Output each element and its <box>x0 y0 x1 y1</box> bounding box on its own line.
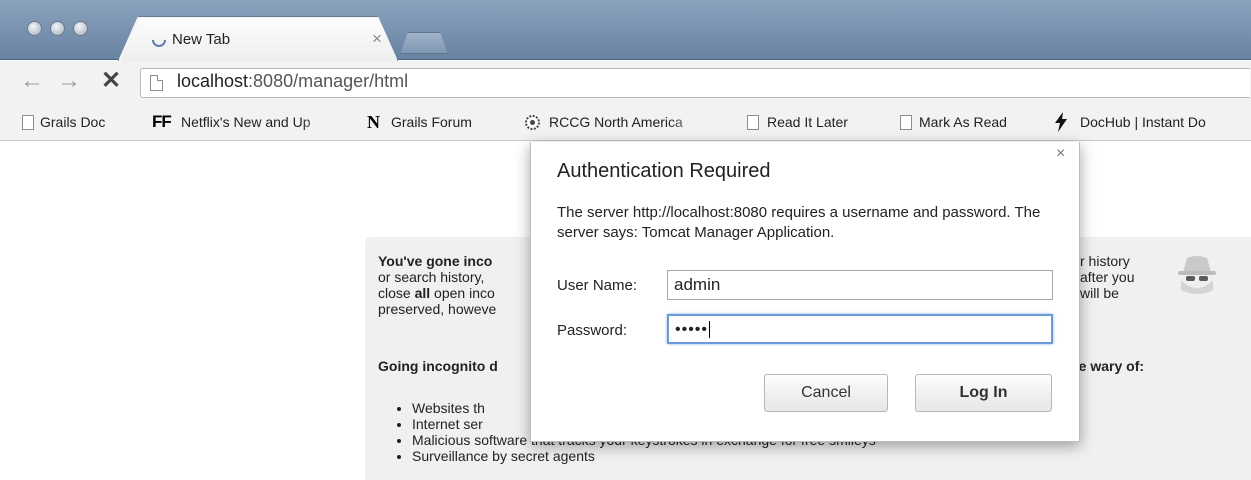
tab-close-icon[interactable]: × <box>372 29 382 49</box>
username-field[interactable] <box>667 270 1053 300</box>
bookmark-dochub[interactable]: DocHub | Instant Do <box>1080 114 1251 132</box>
minimize-window-button[interactable] <box>50 21 65 36</box>
ff-logo-icon: FF <box>152 112 172 131</box>
bookmark-mark-as-read[interactable]: Mark As Read <box>919 114 1029 132</box>
page-icon <box>22 115 34 130</box>
password-field[interactable]: ••••• <box>667 314 1053 344</box>
dialog-title: Authentication Required <box>557 160 771 182</box>
incognito-heading: Going incognito d <box>378 358 498 374</box>
incognito-text-fragment: r history <box>1080 253 1130 269</box>
zoom-window-button[interactable] <box>73 21 88 36</box>
bookmark-grails-doc[interactable]: Grails Doc <box>40 114 135 132</box>
url-text[interactable]: localhost:8080/manager/html <box>177 71 408 92</box>
incognito-text-fragment: will be <box>1080 285 1119 301</box>
log-in-button[interactable]: Log In <box>915 374 1052 412</box>
bookmark-netflix[interactable]: Netflix's New and Up <box>181 114 341 132</box>
page-icon <box>900 115 912 130</box>
gear-badge-icon <box>525 115 540 130</box>
username-label: User Name: <box>557 277 638 294</box>
bookmark-rccg[interactable]: RCCG North America <box>549 114 709 132</box>
new-tab-button[interactable] <box>400 32 448 54</box>
cancel-button[interactable]: Cancel <box>764 374 888 412</box>
page-icon <box>150 75 163 91</box>
forward-arrow-icon[interactable]: → <box>57 66 81 96</box>
password-label: Password: <box>557 322 628 339</box>
bookmark-read-it-later[interactable]: Read It Later <box>767 114 877 132</box>
loading-spinner-icon <box>152 39 166 47</box>
back-arrow-icon[interactable]: ← <box>20 66 44 96</box>
page-icon <box>747 115 759 130</box>
bookmark-grails-forum[interactable]: Grails Forum <box>391 114 501 132</box>
incognito-text-fragment: after you <box>1080 269 1135 285</box>
tab-title: New Tab <box>172 31 231 48</box>
lightning-icon <box>1055 112 1067 132</box>
close-window-button[interactable] <box>27 21 42 36</box>
dialog-message: The server http://localhost:8080 require… <box>557 204 1041 241</box>
incognito-spy-icon <box>1178 256 1216 294</box>
n-logo-icon: N <box>367 112 380 132</box>
stop-icon[interactable]: ✕ <box>101 66 121 96</box>
list-item: Surveillance by secret agents <box>412 448 876 464</box>
dialog-close-icon[interactable]: × <box>1056 145 1065 163</box>
